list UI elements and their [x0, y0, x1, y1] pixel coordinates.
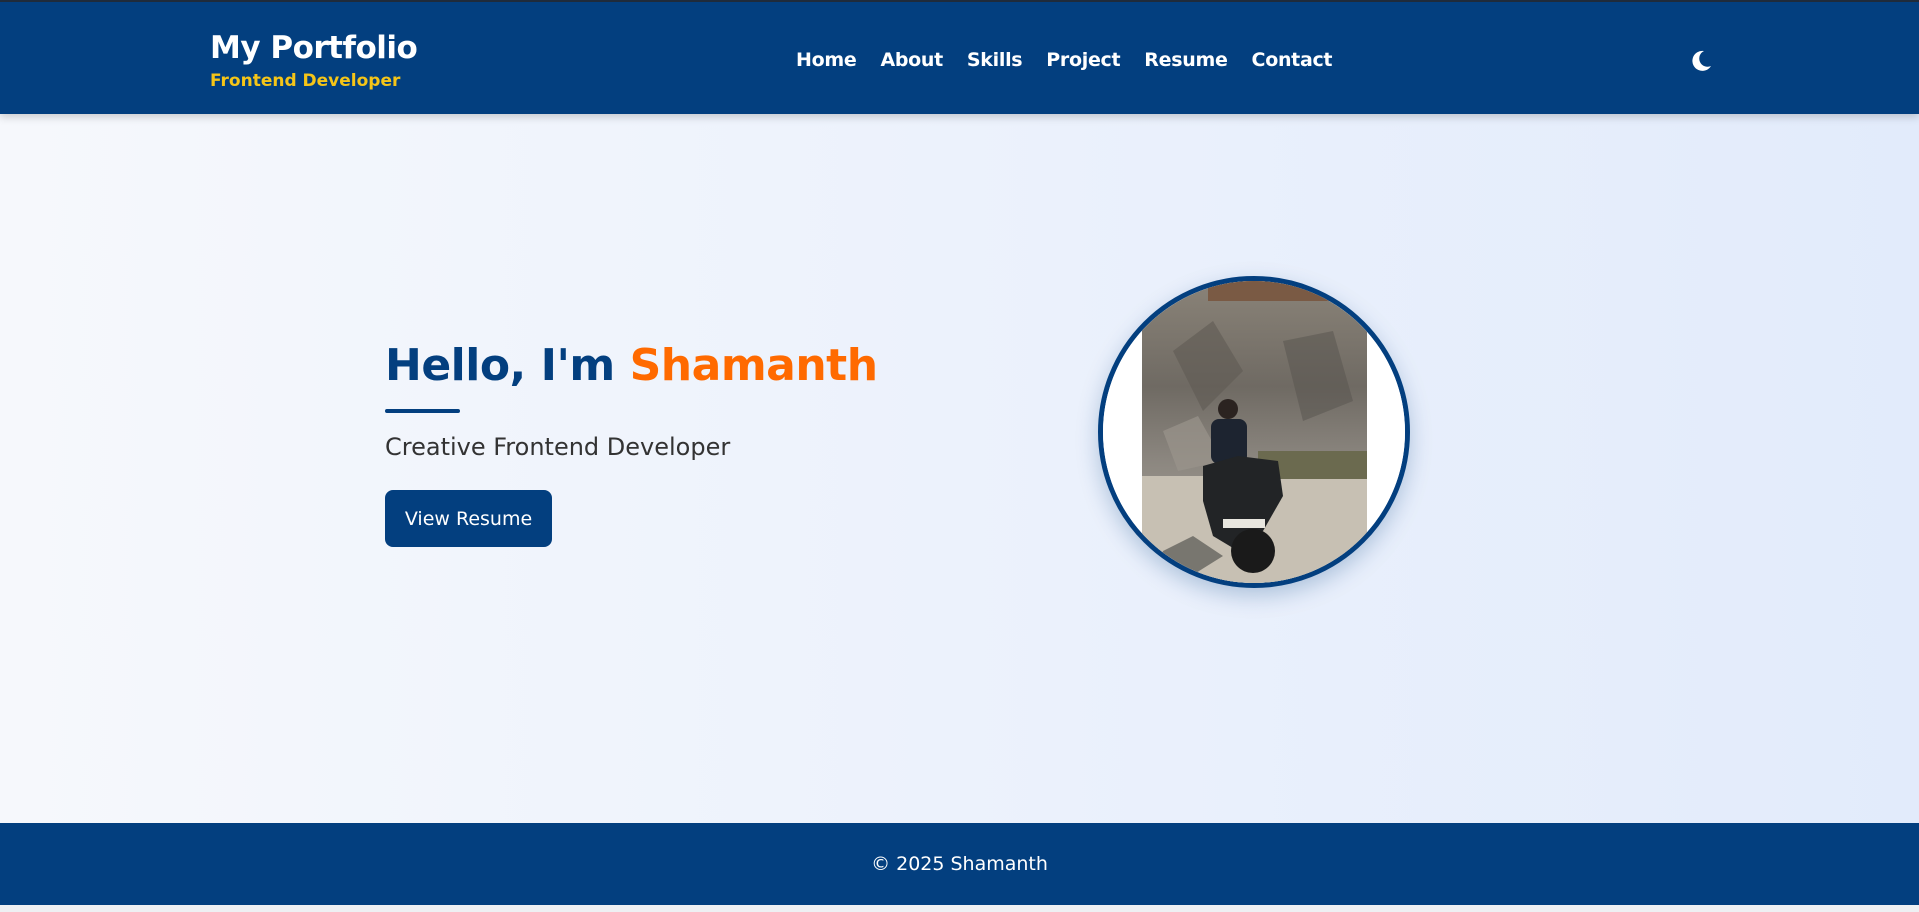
main-nav: Home About Skills Project Resume Contact	[796, 48, 1356, 72]
hero-heading: Hello, I'm Shamanth	[385, 339, 878, 393]
nav-resume[interactable]: Resume	[1144, 48, 1228, 72]
brand[interactable]: My Portfolio Frontend Developer	[210, 30, 418, 92]
brand-title[interactable]: My Portfolio	[210, 30, 418, 66]
hero-greeting: Hello, I'm	[385, 340, 615, 391]
heading-underline	[385, 409, 460, 413]
brand-subtitle: Frontend Developer	[210, 71, 401, 91]
site-header: My Portfolio Frontend Developer Home Abo…	[0, 0, 1919, 114]
nav-skills[interactable]: Skills	[967, 48, 1023, 72]
profile-photo	[1098, 276, 1410, 588]
footer-copyright: © 2025 Shamanth	[871, 853, 1048, 875]
nav-about[interactable]: About	[880, 48, 943, 72]
theme-toggle-button[interactable]	[1688, 48, 1714, 74]
moon-icon	[1692, 50, 1711, 71]
nav-home[interactable]: Home	[796, 48, 857, 72]
view-resume-button[interactable]: View Resume	[385, 490, 552, 547]
nav-project[interactable]: Project	[1046, 48, 1120, 72]
hero-section: Hello, I'm Shamanth Creative Frontend De…	[0, 114, 1919, 823]
nav-contact[interactable]: Contact	[1252, 48, 1333, 72]
page-bottom-strip	[0, 905, 1919, 912]
hero-name: Shamanth	[629, 340, 878, 391]
profile-photo-image	[1103, 281, 1405, 583]
site-footer: © 2025 Shamanth	[0, 823, 1919, 905]
hero-subtitle: Creative Frontend Developer	[385, 433, 731, 461]
